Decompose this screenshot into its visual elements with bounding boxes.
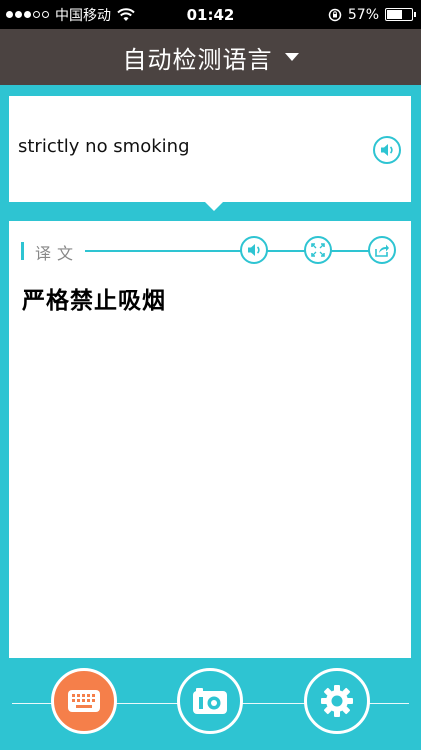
keyboard-icon [68,690,100,712]
app-header: 自动检测语言 [0,29,421,85]
status-bar: 中国移动 01:42 57% [0,0,421,29]
source-speaker-button[interactable] [373,136,401,164]
battery-percentage: 57% [347,6,379,23]
translation-speaker-button[interactable] [240,236,268,264]
caret-down-icon [284,53,299,61]
rotation-lock-icon [328,8,342,21]
settings-button[interactable] [304,668,370,734]
translation-text[interactable]: 严格禁止吸烟 [22,281,166,315]
battery-icon [385,8,416,21]
translation-panel: 译文 严格禁止吸烟 [9,221,411,658]
source-text[interactable]: strictly no smoking [18,136,190,157]
battery-fill [387,10,402,19]
translation-toolbar: 译文 [9,236,411,266]
fullscreen-button[interactable] [304,236,332,264]
share-icon [375,244,389,257]
speaker-icon [248,244,260,256]
language-selector-label: 自动检测语言 [122,45,273,74]
status-right: 57% [328,0,416,29]
share-button[interactable] [368,236,396,264]
gear-icon [321,685,353,717]
label-accent-bar [21,242,24,260]
camera-button[interactable] [177,668,243,734]
fullscreen-icon [311,243,325,257]
speaker-icon [381,144,393,156]
keyboard-button[interactable] [51,668,117,734]
source-panel[interactable]: strictly no smoking [9,96,411,211]
language-selector[interactable]: 自动检测语言 [123,40,299,75]
camera-icon [193,688,227,714]
toolbar-divider [85,250,391,252]
translation-label: 译文 [35,244,80,263]
